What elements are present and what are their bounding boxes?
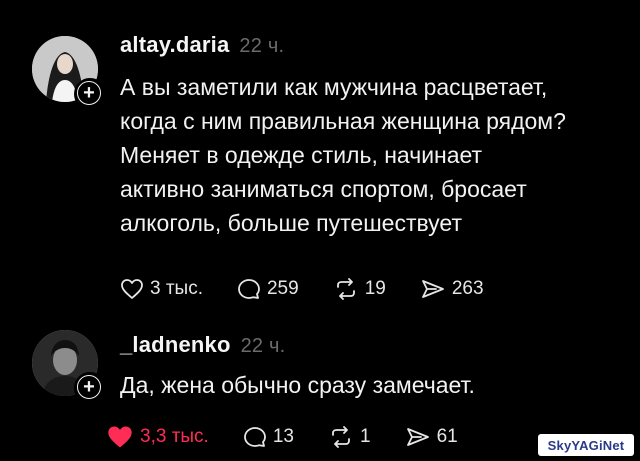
post-1: + altay.daria 22 ч. А вы заметили как муж… bbox=[0, 0, 640, 320]
comment-button[interactable]: 259 bbox=[237, 278, 299, 300]
repost-count: 19 bbox=[364, 278, 386, 299]
heart-icon bbox=[121, 279, 143, 299]
post-time: 22 ч. bbox=[240, 335, 286, 357]
repost-count: 1 bbox=[359, 426, 371, 447]
share-button[interactable]: 263 bbox=[420, 278, 484, 300]
post-2-author[interactable]: _ladnenko 22 ч. bbox=[120, 332, 285, 358]
repost-button[interactable]: 19 bbox=[333, 278, 386, 300]
comment-icon bbox=[243, 427, 266, 447]
like-button[interactable]: 3 тыс. bbox=[120, 278, 203, 300]
heart-icon bbox=[108, 426, 132, 448]
share-count: 61 bbox=[436, 426, 458, 447]
comment-count: 13 bbox=[272, 426, 294, 447]
comment-count: 259 bbox=[266, 278, 299, 299]
share-count: 263 bbox=[451, 278, 484, 299]
follow-button[interactable]: + bbox=[74, 78, 106, 110]
repost-icon bbox=[336, 278, 355, 300]
post-2-avatar-wrap: + bbox=[32, 330, 106, 404]
share-icon bbox=[421, 280, 444, 298]
like-button[interactable]: 3,3 тыс. bbox=[106, 424, 209, 450]
post-1-avatar-wrap: + bbox=[32, 36, 106, 110]
post-2-actions: 3,3 тыс. 13 1 61 bbox=[106, 424, 492, 450]
repost-icon bbox=[332, 426, 350, 448]
post-text: Да, жена обычно сразу замечает. bbox=[120, 372, 475, 398]
watermark: SkyYAGiNet bbox=[538, 434, 634, 456]
post-1-author[interactable]: altay.daria 22 ч. bbox=[120, 32, 284, 58]
post-text: А вы заметили как мужчина расцветает, ко… bbox=[120, 74, 566, 236]
share-button[interactable]: 61 bbox=[405, 426, 458, 448]
like-count: 3 тыс. bbox=[150, 278, 203, 299]
comment-button[interactable]: 13 bbox=[243, 426, 294, 448]
repost-button[interactable]: 1 bbox=[328, 426, 371, 448]
post-1-actions: 3 тыс. 259 19 263 bbox=[120, 278, 518, 300]
post-time: 22 ч. bbox=[239, 35, 285, 57]
follow-button[interactable]: + bbox=[74, 372, 106, 404]
plus-icon: + bbox=[83, 82, 95, 104]
username[interactable]: altay.daria bbox=[120, 32, 229, 57]
username[interactable]: _ladnenko bbox=[120, 332, 231, 357]
comment-icon bbox=[238, 279, 260, 299]
like-count: 3,3 тыс. bbox=[140, 426, 209, 447]
plus-icon: + bbox=[83, 376, 95, 398]
share-icon bbox=[406, 428, 429, 446]
